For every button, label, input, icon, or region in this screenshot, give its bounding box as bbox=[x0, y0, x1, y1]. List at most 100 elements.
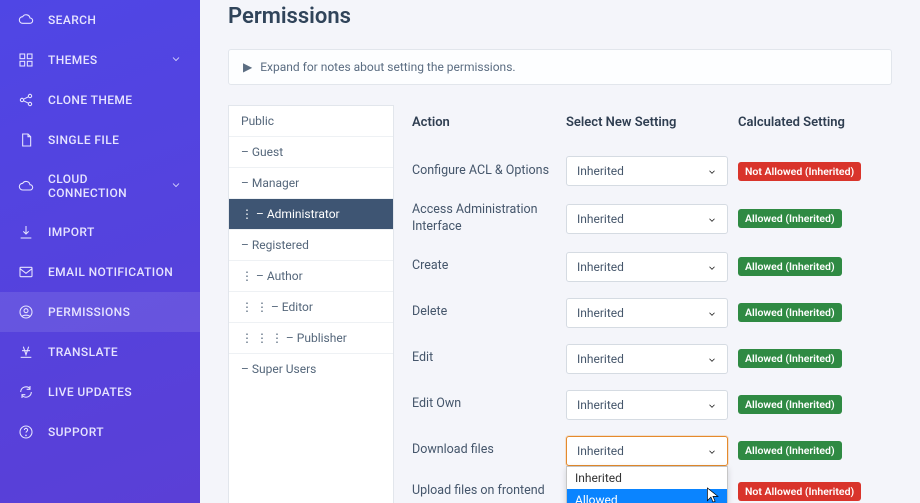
translate-icon bbox=[18, 344, 34, 360]
nav-item-email-notification[interactable]: EMAIL NOTIFICATION bbox=[0, 252, 200, 292]
action-label: Delete bbox=[412, 304, 566, 321]
role-item[interactable]: ⋮ – Administrator bbox=[229, 199, 393, 230]
chevron-down-icon bbox=[707, 354, 717, 364]
chevron-down-icon bbox=[707, 214, 717, 224]
setting-select[interactable]: Inherited bbox=[566, 298, 728, 328]
nav-label: PERMISSIONS bbox=[48, 305, 130, 319]
setting-cell: Inherited bbox=[566, 252, 738, 282]
calc-cell: Not Allowed (Inherited) bbox=[738, 162, 892, 181]
header-setting: Select New Setting bbox=[566, 115, 738, 130]
status-badge: Not Allowed (Inherited) bbox=[738, 162, 861, 181]
role-item[interactable]: – Registered bbox=[229, 230, 393, 261]
select-value: Inherited bbox=[577, 164, 624, 178]
header-action: Action bbox=[412, 115, 566, 130]
action-label: Access Administration Interface bbox=[412, 202, 566, 236]
import-icon bbox=[18, 224, 34, 240]
setting-cell: Inherited bbox=[566, 156, 738, 186]
setting-select[interactable]: Inherited bbox=[566, 204, 728, 234]
select-value: Inherited bbox=[577, 352, 624, 366]
status-badge: Allowed (Inherited) bbox=[738, 441, 842, 460]
select-value: Inherited bbox=[577, 260, 624, 274]
refresh-icon bbox=[18, 384, 34, 400]
nav-item-live-updates[interactable]: LIVE UPDATES bbox=[0, 372, 200, 412]
action-label: Create bbox=[412, 258, 566, 275]
chevron-down-icon bbox=[707, 166, 717, 176]
status-badge: Allowed (Inherited) bbox=[738, 395, 842, 414]
nav-label: CLOUD CONNECTION bbox=[48, 172, 156, 200]
notes-toggle[interactable]: ▶ Expand for notes about setting the per… bbox=[228, 49, 892, 85]
permission-row: Create Inherited Allowed (Inherited) bbox=[412, 244, 892, 290]
status-badge: Allowed (Inherited) bbox=[738, 349, 842, 368]
nav-label: SEARCH bbox=[48, 13, 96, 27]
role-item[interactable]: ⋮ – Author bbox=[229, 261, 393, 292]
chevron-down-icon bbox=[707, 400, 717, 410]
nav-label: EMAIL NOTIFICATION bbox=[48, 265, 173, 279]
setting-cell: Inherited bbox=[566, 298, 738, 328]
header-calc: Calculated Setting bbox=[738, 115, 892, 130]
status-badge: Not Allowed (Inherited) bbox=[738, 482, 861, 501]
nav-item-clone-theme[interactable]: CLONE THEME bbox=[0, 80, 200, 120]
dropdown-option[interactable]: Inherited bbox=[567, 467, 727, 489]
nav-item-cloud-connection[interactable]: CLOUD CONNECTION bbox=[0, 160, 200, 212]
setting-cell: InheritedInheritedAllowedDenied bbox=[566, 436, 738, 466]
nav-item-support[interactable]: SUPPORT bbox=[0, 412, 200, 452]
mail-icon bbox=[18, 264, 34, 280]
notes-text: Expand for notes about setting the permi… bbox=[260, 60, 515, 74]
role-item[interactable]: ⋮ ⋮ – Editor bbox=[229, 292, 393, 323]
table-header-row: Action Select New Setting Calculated Set… bbox=[412, 105, 892, 148]
setting-select[interactable]: InheritedInheritedAllowedDenied bbox=[566, 436, 728, 466]
nav-item-import[interactable]: IMPORT bbox=[0, 212, 200, 252]
nav-label: CLONE THEME bbox=[48, 93, 132, 107]
grid-icon bbox=[18, 52, 34, 68]
cloud-search-icon bbox=[18, 12, 34, 28]
role-list: Public– Guest– Manager⋮ – Administrator–… bbox=[228, 105, 394, 503]
permissions-table: Action Select New Setting Calculated Set… bbox=[412, 105, 892, 503]
setting-select[interactable]: Inherited bbox=[566, 344, 728, 374]
role-item[interactable]: Public bbox=[229, 106, 393, 137]
permission-row: Configure ACL & OptionsInheritedNot Allo… bbox=[412, 148, 892, 194]
status-badge: Allowed (Inherited) bbox=[738, 303, 842, 322]
permission-row: Delete Inherited Allowed (Inherited) bbox=[412, 290, 892, 336]
nav-label: TRANSLATE bbox=[48, 345, 118, 359]
select-value: Inherited bbox=[577, 398, 624, 412]
status-badge: Allowed (Inherited) bbox=[738, 257, 842, 276]
cloud-icon bbox=[18, 178, 34, 194]
dropdown-option[interactable]: Allowed bbox=[567, 489, 727, 503]
page-title: Permissions bbox=[228, 4, 892, 29]
disclosure-triangle-icon: ▶ bbox=[243, 60, 252, 74]
role-item[interactable]: – Guest bbox=[229, 137, 393, 168]
nav-item-single-file[interactable]: SINGLE FILE bbox=[0, 120, 200, 160]
calc-cell: Allowed (Inherited) bbox=[738, 349, 892, 368]
chevron-down-icon bbox=[707, 308, 717, 318]
role-item[interactable]: – Manager bbox=[229, 168, 393, 199]
calc-cell: Allowed (Inherited) bbox=[738, 441, 892, 460]
sidebar: SEARCH THEMES CLONE THEME SINGLE FILE CLOUD … bbox=[0, 0, 200, 503]
role-item[interactable]: – Super Users bbox=[229, 354, 393, 384]
permission-row: EditInheritedAllowed (Inherited) bbox=[412, 336, 892, 382]
calc-cell: Allowed (Inherited) bbox=[738, 395, 892, 414]
setting-select[interactable]: Inherited bbox=[566, 390, 728, 420]
nav-item-permissions[interactable]: PERMISSIONS bbox=[0, 292, 200, 332]
chevron-down-icon bbox=[170, 53, 182, 68]
nav-item-translate[interactable]: TRANSLATE bbox=[0, 332, 200, 372]
setting-cell: Inherited bbox=[566, 390, 738, 420]
chevron-down-icon bbox=[707, 446, 717, 456]
nav-item-search[interactable]: SEARCH bbox=[0, 0, 200, 40]
nav-item-themes[interactable]: THEMES bbox=[0, 40, 200, 80]
file-icon bbox=[18, 132, 34, 148]
setting-select[interactable]: Inherited bbox=[566, 252, 728, 282]
nav-label: LIVE UPDATES bbox=[48, 385, 132, 399]
setting-select[interactable]: Inherited bbox=[566, 156, 728, 186]
nav-label: SUPPORT bbox=[48, 425, 104, 439]
role-item[interactable]: ⋮ ⋮ ⋮ – Publisher bbox=[229, 323, 393, 354]
help-icon bbox=[18, 424, 34, 440]
status-badge: Allowed (Inherited) bbox=[738, 209, 842, 228]
main-content: Permissions ▶ Expand for notes about set… bbox=[200, 0, 920, 503]
action-label: Download files bbox=[412, 442, 566, 459]
permission-row: Edit OwnInheritedAllowed (Inherited) bbox=[412, 382, 892, 428]
nav-label: THEMES bbox=[48, 53, 98, 67]
permission-row: Download filesInheritedInheritedAllowedD… bbox=[412, 428, 892, 474]
calc-cell: Allowed (Inherited) bbox=[738, 257, 892, 276]
nav-label: SINGLE FILE bbox=[48, 133, 119, 147]
select-value: Inherited bbox=[577, 306, 624, 320]
